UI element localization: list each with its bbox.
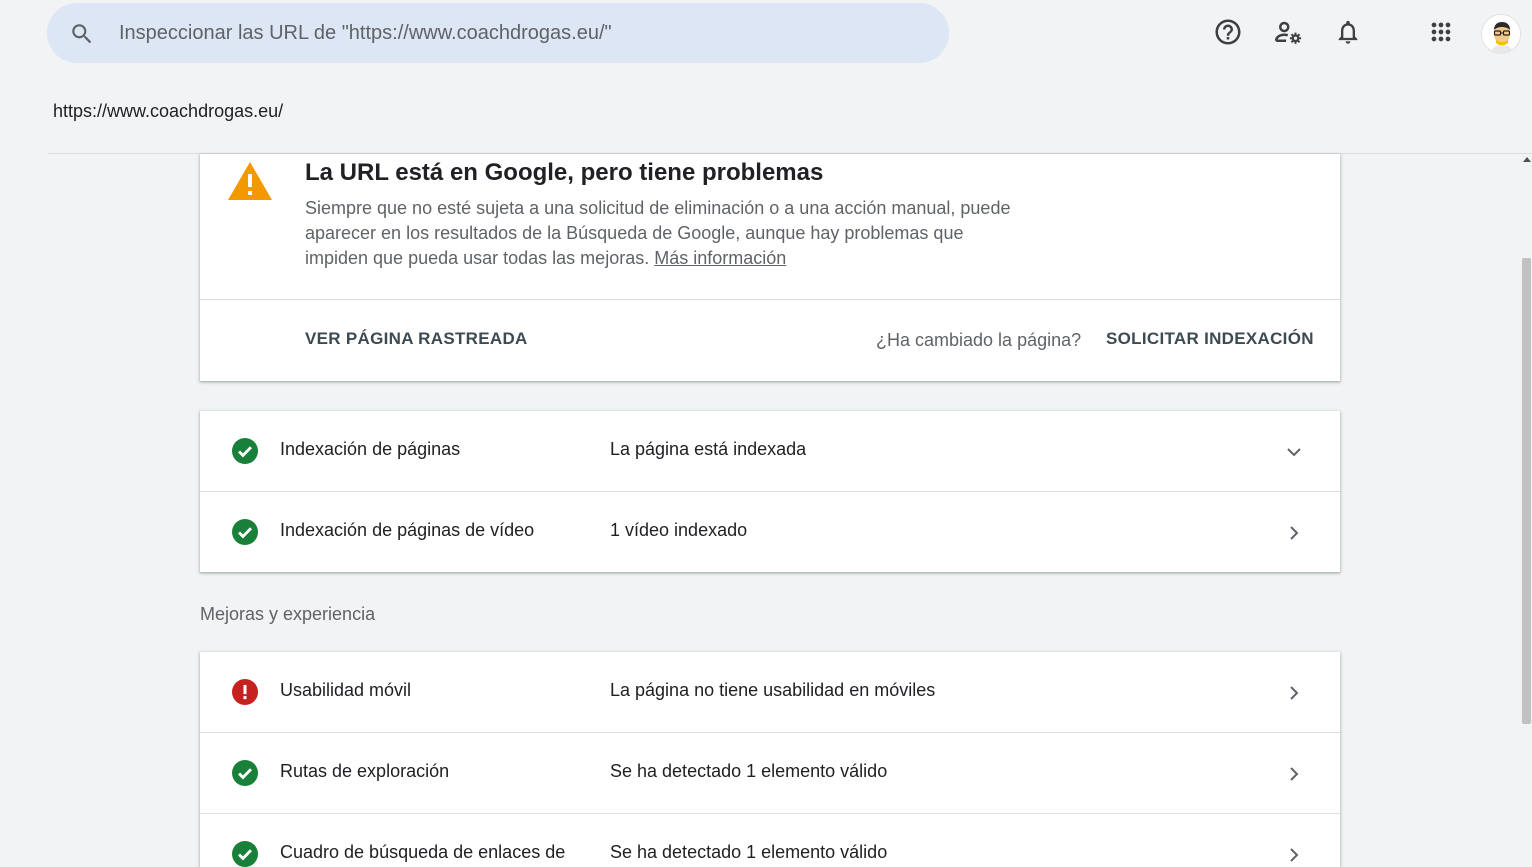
search-icon[interactable] (69, 21, 95, 47)
check-circle-icon (232, 519, 258, 545)
page-changed-question: ¿Ha cambiado la página? (876, 330, 1082, 350)
url-inspection-search[interactable] (47, 3, 949, 63)
notifications-bell-icon[interactable] (1332, 16, 1364, 48)
row-label: Cuadro de búsqueda de enlaces de (280, 842, 566, 862)
row-value: La página está indexada (610, 439, 807, 459)
row-label: Indexación de páginas de vídeo (280, 520, 535, 540)
chevron-down-icon[interactable] (1282, 440, 1306, 464)
row-label: Rutas de exploración (280, 761, 450, 781)
property-url: https://www.coachdrogas.eu/ (53, 101, 284, 121)
row-value: La página no tiene usabilidad en móviles (610, 680, 936, 700)
enhancements-card: Usabilidad móvil La página no tiene usab… (200, 652, 1340, 867)
row-value: Se ha detectado 1 elemento válido (610, 842, 888, 862)
view-crawled-page-button[interactable]: VER PÁGINA RASTREADA (305, 329, 528, 349)
error-circle-icon (232, 679, 258, 705)
check-circle-icon (232, 438, 258, 464)
row-label: Indexación de páginas (280, 439, 461, 459)
scroll-up-arrow-icon[interactable] (1523, 157, 1531, 162)
warning-triangle-icon (228, 162, 272, 200)
row-sitelinks-searchbox[interactable]: Cuadro de búsqueda de enlaces de Se ha d… (200, 814, 1340, 867)
apps-grid-icon[interactable] (1425, 16, 1457, 48)
enhancements-section-title: Mejoras y experiencia (200, 604, 376, 624)
help-icon[interactable] (1212, 16, 1244, 48)
chevron-right-icon[interactable] (1282, 843, 1306, 867)
status-description: Siempre que no esté sujeta a una solicit… (305, 196, 1025, 271)
chevron-right-icon[interactable] (1282, 521, 1306, 545)
inspection-status-card: La URL está en Google, pero tiene proble… (200, 154, 1340, 381)
status-card-divider (200, 299, 1340, 300)
avatar-image (1482, 15, 1520, 53)
row-value: 1 vídeo indexado (610, 520, 748, 540)
more-info-link[interactable]: Más información (654, 248, 786, 268)
row-page-indexing[interactable]: Indexación de páginas La página está ind… (200, 411, 1340, 492)
search-input[interactable] (119, 13, 919, 53)
indexing-card: Indexación de páginas La página está ind… (200, 411, 1340, 572)
check-circle-icon (232, 760, 258, 786)
account-avatar[interactable] (1481, 14, 1521, 54)
top-bar (0, 0, 1532, 66)
check-circle-icon (232, 841, 258, 867)
row-mobile-usability[interactable]: Usabilidad móvil La página no tiene usab… (200, 652, 1340, 733)
row-video-indexing[interactable]: Indexación de páginas de vídeo 1 vídeo i… (200, 492, 1340, 572)
chevron-right-icon[interactable] (1282, 681, 1306, 705)
scrollbar-thumb[interactable] (1522, 258, 1531, 724)
user-settings-icon[interactable] (1272, 16, 1304, 48)
chevron-right-icon[interactable] (1282, 762, 1306, 786)
row-value: Se ha detectado 1 elemento válido (610, 761, 888, 781)
row-label: Usabilidad móvil (280, 680, 412, 700)
request-indexing-button[interactable]: SOLICITAR INDEXACIÓN (1106, 329, 1314, 349)
status-title: La URL está en Google, pero tiene proble… (305, 159, 824, 186)
row-breadcrumbs[interactable]: Rutas de exploración Se ha detectado 1 e… (200, 733, 1340, 814)
